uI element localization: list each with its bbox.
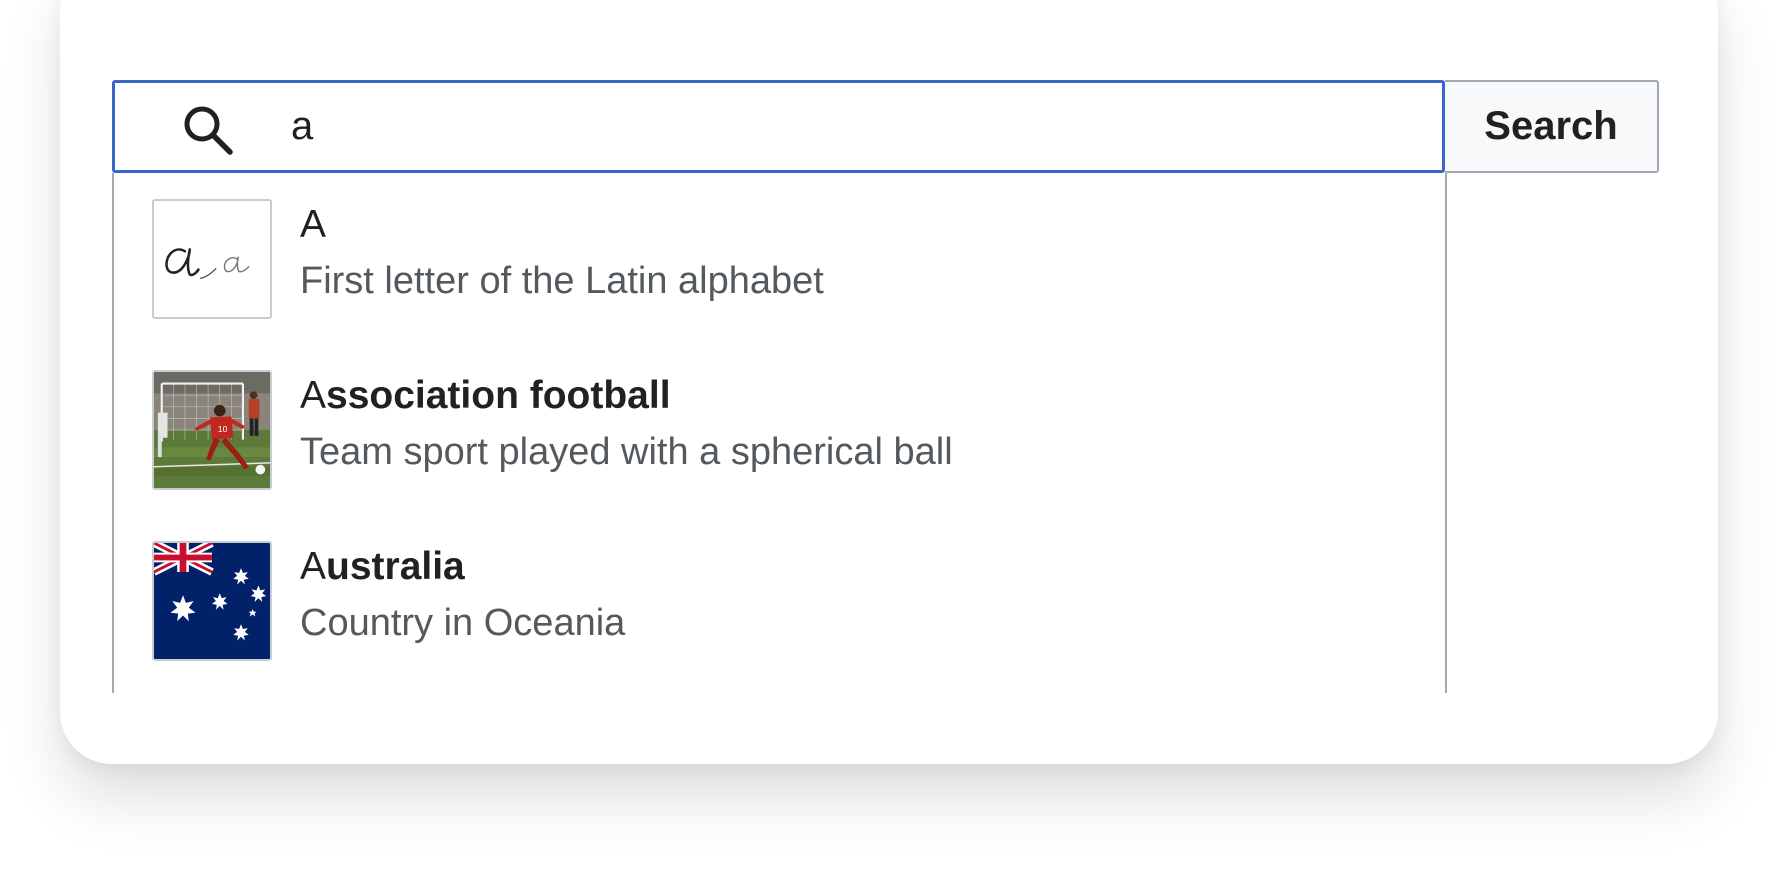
title-match: A <box>300 374 327 417</box>
suggestion-title: Association football <box>300 374 671 418</box>
suggestion-title: A <box>300 203 326 247</box>
search-box[interactable] <box>112 80 1445 173</box>
suggestion-item-australia[interactable]: Australia Country in Oceania <box>114 515 1445 686</box>
suggestion-description: Team sport played with a spherical ball <box>300 431 953 473</box>
search-input[interactable] <box>291 83 1421 170</box>
suggestion-item-a[interactable]: A First letter of the Latin alphabet <box>114 173 1445 344</box>
suggestion-description: First letter of the Latin alphabet <box>300 260 824 302</box>
title-match: A <box>300 203 327 246</box>
cursive-letter-a-thumbnail <box>152 199 272 319</box>
search-icon <box>180 102 236 158</box>
title-rest: ustralia <box>326 545 465 588</box>
svg-text:10: 10 <box>218 424 228 434</box>
australia-flag-thumbnail <box>152 541 272 661</box>
title-rest: ssociation football <box>326 374 671 417</box>
suggestion-title: Australia <box>300 545 465 589</box>
suggestions-dropdown: A First letter of the Latin alphabet 10 … <box>112 173 1447 693</box>
suggestion-description: Country in Oceania <box>300 602 626 644</box>
title-match: A <box>300 545 327 588</box>
search-button[interactable]: Search <box>1445 80 1659 173</box>
football-player-photo-thumbnail: 10 <box>152 370 272 490</box>
suggestion-item-association-football[interactable]: 10 Association football Team sport playe… <box>114 344 1445 515</box>
